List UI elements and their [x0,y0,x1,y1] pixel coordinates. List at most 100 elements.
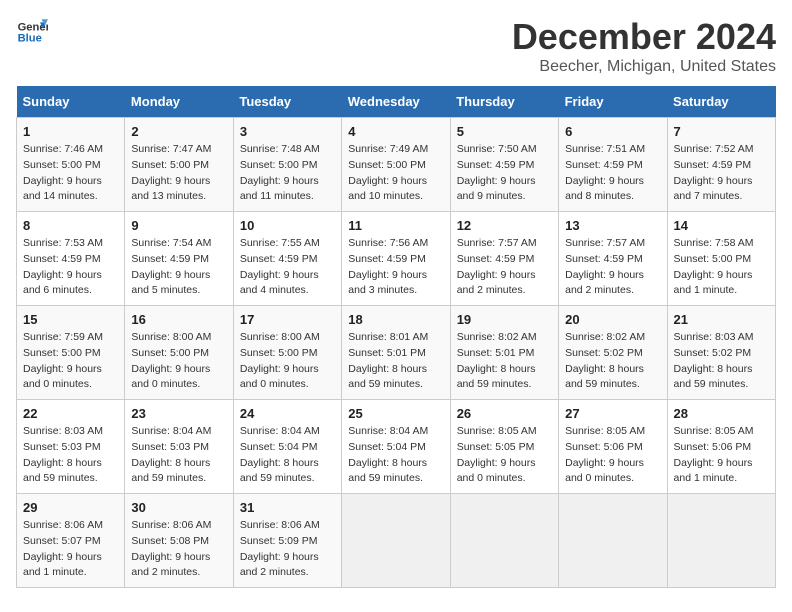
calendar-day-cell: 5 Sunrise: 7:50 AMSunset: 4:59 PMDaylight… [450,118,558,212]
day-number: 26 [457,406,552,421]
day-info: Sunrise: 8:02 AMSunset: 5:02 PMDaylight:… [565,330,660,393]
day-info: Sunrise: 8:05 AMSunset: 5:05 PMDaylight:… [457,424,552,487]
day-info: Sunrise: 7:47 AMSunset: 5:00 PMDaylight:… [131,142,226,205]
day-number: 16 [131,312,226,327]
calendar-day-cell: 29Sunrise: 8:06 AMSunset: 5:07 PMDayligh… [17,494,125,588]
weekday-header: Sunday [17,86,125,118]
logo-icon: General Blue [16,16,48,48]
calendar-day-cell: 28 Sunrise: 8:05 AMSunset: 5:06 PMDayligh… [667,400,775,494]
header: General Blue December 2024 Beecher, Mich… [16,16,776,76]
day-number: 28 [674,406,769,421]
day-number: 31 [240,500,335,515]
day-info: Sunrise: 8:00 AMSunset: 5:00 PMDaylight:… [240,330,335,393]
day-number: 6 [565,124,660,139]
svg-text:Blue: Blue [18,33,42,45]
calendar-day-cell: 19Sunrise: 8:02 AMSunset: 5:01 PMDayligh… [450,306,558,400]
day-number: 29 [23,500,118,515]
day-number: 20 [565,312,660,327]
calendar-day-cell [667,494,775,588]
day-info: Sunrise: 7:53 AMSunset: 4:59 PMDaylight:… [23,236,118,299]
day-number: 11 [348,218,443,233]
day-info: Sunrise: 7:56 AMSunset: 4:59 PMDaylight:… [348,236,443,299]
calendar-day-cell: 17Sunrise: 8:00 AMSunset: 5:00 PMDayligh… [233,306,341,400]
calendar-week-row: 8Sunrise: 7:53 AMSunset: 4:59 PMDaylight… [17,212,776,306]
day-info: Sunrise: 8:03 AMSunset: 5:03 PMDaylight:… [23,424,118,487]
calendar-day-cell: 20 Sunrise: 8:02 AMSunset: 5:02 PMDayligh… [559,306,667,400]
calendar-day-cell: 9 Sunrise: 7:54 AMSunset: 4:59 PMDaylight… [125,212,233,306]
calendar-day-cell: 6Sunrise: 7:51 AMSunset: 4:59 PMDaylight… [559,118,667,212]
logo: General Blue [16,16,48,48]
calendar-day-cell [450,494,558,588]
day-number: 13 [565,218,660,233]
day-number: 21 [674,312,769,327]
calendar-day-cell: 12 Sunrise: 7:57 AMSunset: 4:59 PMDayligh… [450,212,558,306]
day-info: Sunrise: 8:00 AMSunset: 5:00 PMDaylight:… [131,330,226,393]
day-number: 4 [348,124,443,139]
calendar-day-cell: 10 Sunrise: 7:55 AMSunset: 4:59 PMDayligh… [233,212,341,306]
calendar-week-row: 15Sunrise: 7:59 AMSunset: 5:00 PMDayligh… [17,306,776,400]
calendar-day-cell: 26 Sunrise: 8:05 AMSunset: 5:05 PMDayligh… [450,400,558,494]
weekday-header: Friday [559,86,667,118]
day-number: 10 [240,218,335,233]
day-number: 1 [23,124,118,139]
day-info: Sunrise: 7:58 AMSunset: 5:00 PMDaylight:… [674,236,769,299]
calendar-day-cell: 13 Sunrise: 7:57 AMSunset: 4:59 PMDayligh… [559,212,667,306]
day-info: Sunrise: 7:54 AMSunset: 4:59 PMDaylight:… [131,236,226,299]
day-number: 2 [131,124,226,139]
day-info: Sunrise: 8:06 AMSunset: 5:09 PMDaylight:… [240,518,335,581]
day-number: 24 [240,406,335,421]
calendar-day-cell: 15Sunrise: 7:59 AMSunset: 5:00 PMDayligh… [17,306,125,400]
calendar-week-row: 1 Sunrise: 7:46 AMSunset: 5:00 PMDaylight… [17,118,776,212]
day-info: Sunrise: 7:59 AMSunset: 5:00 PMDaylight:… [23,330,118,393]
day-number: 14 [674,218,769,233]
day-info: Sunrise: 7:55 AMSunset: 4:59 PMDaylight:… [240,236,335,299]
day-info: Sunrise: 8:04 AMSunset: 5:03 PMDaylight:… [131,424,226,487]
calendar-day-cell: 22 Sunrise: 8:03 AMSunset: 5:03 PMDayligh… [17,400,125,494]
calendar-table: SundayMondayTuesdayWednesdayThursdayFrid… [16,86,776,588]
day-info: Sunrise: 8:05 AMSunset: 5:06 PMDaylight:… [565,424,660,487]
calendar-day-cell: 21 Sunrise: 8:03 AMSunset: 5:02 PMDayligh… [667,306,775,400]
calendar-day-cell: 27Sunrise: 8:05 AMSunset: 5:06 PMDayligh… [559,400,667,494]
day-number: 12 [457,218,552,233]
month-title: December 2024 [512,16,776,58]
calendar-day-cell: 30 Sunrise: 8:06 AMSunset: 5:08 PMDayligh… [125,494,233,588]
calendar-day-cell: 31 Sunrise: 8:06 AMSunset: 5:09 PMDayligh… [233,494,341,588]
calendar-day-cell: 7Sunrise: 7:52 AMSunset: 4:59 PMDaylight… [667,118,775,212]
calendar-day-cell: 23 Sunrise: 8:04 AMSunset: 5:03 PMDayligh… [125,400,233,494]
day-number: 18 [348,312,443,327]
calendar-day-cell: 25Sunrise: 8:04 AMSunset: 5:04 PMDayligh… [342,400,450,494]
calendar-day-cell: 4 Sunrise: 7:49 AMSunset: 5:00 PMDaylight… [342,118,450,212]
day-info: Sunrise: 7:50 AMSunset: 4:59 PMDaylight:… [457,142,552,205]
day-info: Sunrise: 7:57 AMSunset: 4:59 PMDaylight:… [457,236,552,299]
day-number: 22 [23,406,118,421]
calendar-day-cell [342,494,450,588]
location-title: Beecher, Michigan, United States [512,58,776,76]
day-info: Sunrise: 7:48 AMSunset: 5:00 PMDaylight:… [240,142,335,205]
weekday-header: Monday [125,86,233,118]
day-number: 9 [131,218,226,233]
day-info: Sunrise: 8:02 AMSunset: 5:01 PMDaylight:… [457,330,552,393]
day-info: Sunrise: 8:06 AMSunset: 5:08 PMDaylight:… [131,518,226,581]
day-number: 5 [457,124,552,139]
weekday-header: Wednesday [342,86,450,118]
day-number: 3 [240,124,335,139]
day-info: Sunrise: 7:52 AMSunset: 4:59 PMDaylight:… [674,142,769,205]
day-number: 30 [131,500,226,515]
weekday-header: Tuesday [233,86,341,118]
calendar-day-cell: 14 Sunrise: 7:58 AMSunset: 5:00 PMDayligh… [667,212,775,306]
day-info: Sunrise: 8:05 AMSunset: 5:06 PMDaylight:… [674,424,769,487]
day-info: Sunrise: 7:57 AMSunset: 4:59 PMDaylight:… [565,236,660,299]
title-area: December 2024 Beecher, Michigan, United … [512,16,776,76]
calendar-day-cell: 3 Sunrise: 7:48 AMSunset: 5:00 PMDaylight… [233,118,341,212]
calendar-day-cell: 24Sunrise: 8:04 AMSunset: 5:04 PMDayligh… [233,400,341,494]
day-info: Sunrise: 8:03 AMSunset: 5:02 PMDaylight:… [674,330,769,393]
day-info: Sunrise: 8:04 AMSunset: 5:04 PMDaylight:… [348,424,443,487]
calendar-day-cell: 1 Sunrise: 7:46 AMSunset: 5:00 PMDaylight… [17,118,125,212]
weekday-header: Thursday [450,86,558,118]
calendar-day-cell: 8Sunrise: 7:53 AMSunset: 4:59 PMDaylight… [17,212,125,306]
calendar-week-row: 22 Sunrise: 8:03 AMSunset: 5:03 PMDayligh… [17,400,776,494]
weekday-header: Saturday [667,86,775,118]
day-info: Sunrise: 7:49 AMSunset: 5:00 PMDaylight:… [348,142,443,205]
day-info: Sunrise: 7:46 AMSunset: 5:00 PMDaylight:… [23,142,118,205]
day-number: 23 [131,406,226,421]
